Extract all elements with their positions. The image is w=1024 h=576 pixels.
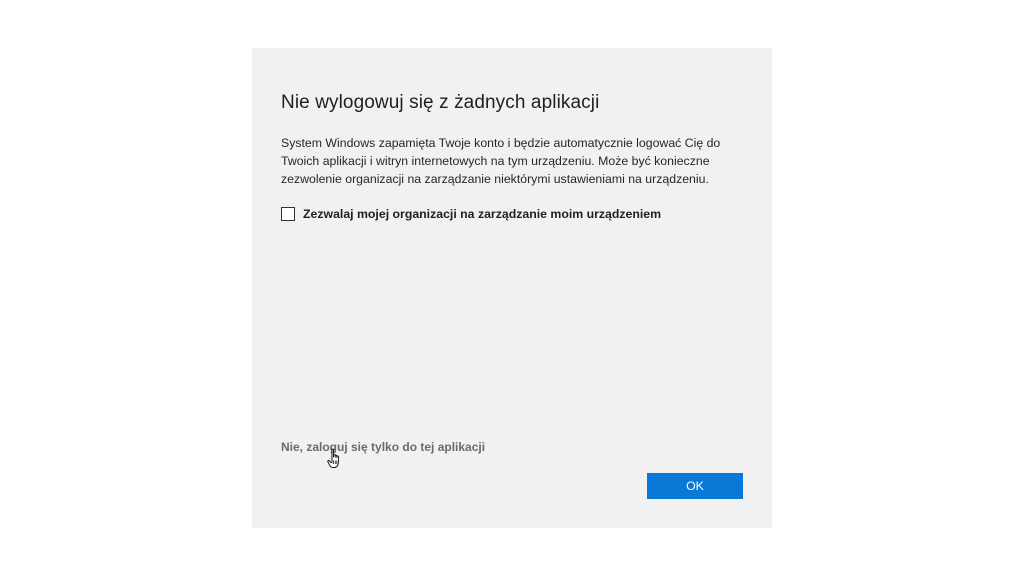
sign-in-dialog: Nie wylogowuj się z żadnych aplikacji Sy… [252,48,772,528]
ok-button[interactable]: OK [647,473,743,499]
manage-device-checkbox-row[interactable]: Zezwalaj mojej organizacji na zarządzani… [281,207,661,221]
dialog-title: Nie wylogowuj się z żadnych aplikacji [281,92,600,113]
manage-device-checkbox-label[interactable]: Zezwalaj mojej organizacji na zarządzani… [303,207,661,221]
manage-device-checkbox[interactable] [281,207,295,221]
hand-pointer-icon [327,448,339,468]
this-app-only-link[interactable]: Nie, zaloguj się tylko do tej aplikacji [281,440,485,454]
dialog-description: System Windows zapamięta Twoje konto i b… [281,136,721,186]
